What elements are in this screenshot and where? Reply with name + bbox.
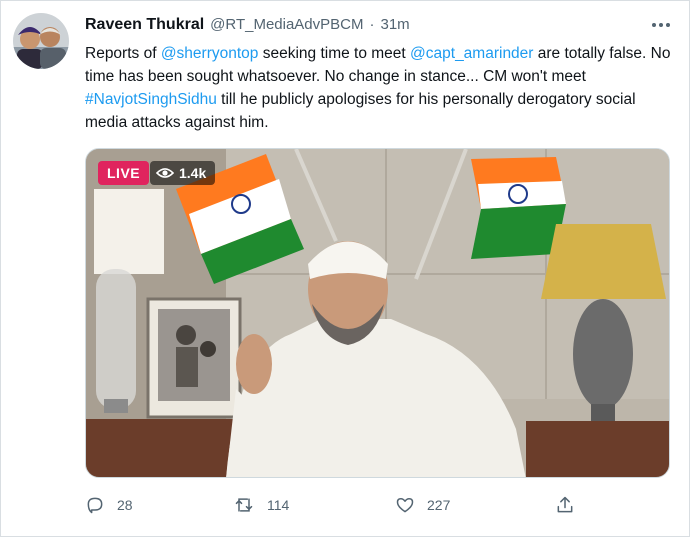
heart-icon — [396, 498, 414, 513]
author-name[interactable]: Raveen Thukral — [85, 16, 204, 34]
avatar[interactable] — [13, 13, 69, 69]
live-badge: LIVE — [98, 161, 150, 185]
share-icon — [557, 496, 573, 513]
action-bar: 28 114 227 — [85, 490, 585, 520]
tweet-text-part: seeking time to meet — [258, 45, 411, 62]
mention-link[interactable]: @capt_amarinder — [410, 45, 533, 62]
like-count: 227 — [427, 497, 451, 513]
like-button[interactable]: 227 — [395, 490, 450, 520]
more-options-button[interactable] — [649, 15, 673, 35]
reply-button[interactable]: 28 — [85, 490, 133, 520]
retweet-button[interactable]: 114 — [233, 490, 289, 520]
live-video-media[interactable]: LIVE 1.4k — [85, 148, 670, 478]
tweet-text-part: Reports of — [85, 45, 161, 62]
reply-count: 28 — [117, 497, 133, 513]
tweet-header: Raveen Thukral @RT_MediaAdvPBCM · 31m — [85, 16, 645, 38]
viewer-count: 1.4k — [179, 165, 207, 181]
separator-dot: · — [369, 16, 375, 33]
timestamp[interactable]: 31m — [381, 16, 410, 33]
viewer-count-badge: 1.4k — [150, 161, 216, 185]
eye-icon — [156, 168, 174, 178]
video-frame — [86, 149, 669, 477]
more-dots-icon — [652, 23, 656, 27]
author-handle[interactable]: @RT_MediaAdvPBCM — [210, 16, 363, 33]
tweet-card[interactable]: Raveen Thukral @RT_MediaAdvPBCM · 31m Re… — [0, 0, 690, 537]
mention-link[interactable]: @sherryontop — [161, 45, 259, 62]
reply-icon — [87, 497, 103, 514]
retweet-count: 114 — [267, 497, 290, 513]
retweet-icon — [235, 498, 253, 512]
tweet-text: Reports of @sherryontop seeking time to … — [85, 42, 675, 134]
share-button[interactable] — [555, 490, 575, 520]
hashtag-link[interactable]: #NavjotSinghSidhu — [85, 91, 217, 108]
